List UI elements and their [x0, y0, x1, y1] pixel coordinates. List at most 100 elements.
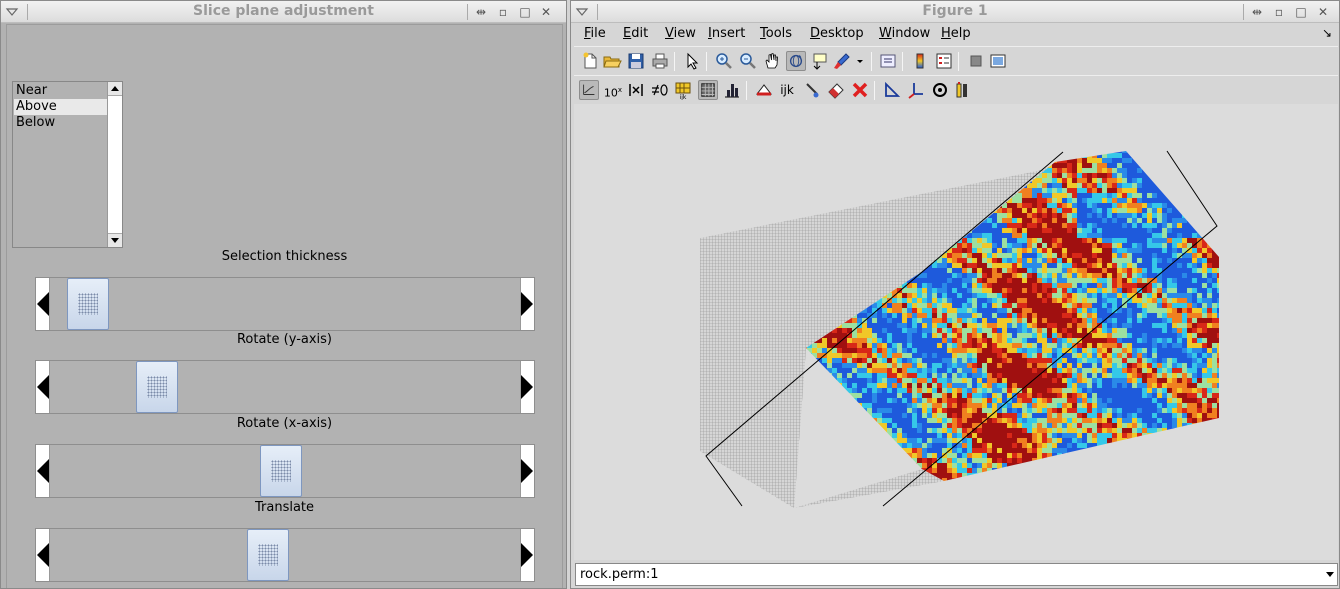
close-icon[interactable]: ✕	[538, 4, 554, 20]
histogram-icon[interactable]	[722, 80, 742, 100]
grid-cell	[1077, 268, 1082, 273]
grid-cell	[1047, 233, 1052, 238]
grid-cell	[1092, 258, 1097, 263]
pan-hand-icon[interactable]	[762, 51, 782, 71]
eraser-icon[interactable]	[826, 80, 846, 100]
menu-window[interactable]: Window	[879, 26, 930, 41]
minimize-icon[interactable]: ▫	[1271, 4, 1287, 20]
grid-cell	[1217, 353, 1219, 358]
list-scrollbar[interactable]	[107, 82, 122, 247]
grid-cell	[1172, 253, 1177, 258]
probe-icon[interactable]	[802, 80, 822, 100]
plot-area[interactable]	[574, 104, 1338, 560]
grid-cell	[1007, 278, 1012, 283]
reservoir-3d-view[interactable]	[574, 104, 1338, 560]
restore-icon[interactable]: □	[1293, 4, 1309, 20]
grid-cell	[967, 333, 972, 338]
brush-icon[interactable]	[832, 51, 852, 71]
grid-cell	[1142, 293, 1147, 298]
select-cells-icon[interactable]: ijk	[673, 80, 693, 100]
grid-cell	[1187, 293, 1192, 298]
menu-desktop[interactable]: Desktop	[810, 26, 864, 41]
minimize-icon[interactable]: ▫	[495, 4, 511, 20]
translate-slider[interactable]	[35, 528, 535, 582]
grid-cell	[992, 238, 997, 243]
list-item-near[interactable]: Near	[14, 83, 108, 99]
menu-file[interactable]: File	[584, 26, 606, 41]
list-item-above[interactable]: Above	[14, 99, 108, 115]
grid-cell	[1022, 253, 1027, 258]
undock-icon[interactable]: ⇹	[473, 4, 489, 20]
zoom-out-icon[interactable]	[738, 51, 758, 71]
rotate-3d-icon[interactable]	[786, 51, 806, 71]
slider-left-arrow-icon[interactable]	[36, 278, 50, 330]
grid-cell	[1057, 328, 1062, 333]
rotate-y-slider[interactable]	[35, 360, 535, 414]
list-item-below[interactable]: Below	[14, 115, 108, 131]
print-icon[interactable]	[650, 51, 670, 71]
slice-red-icon[interactable]	[754, 80, 774, 100]
grid-cell	[852, 423, 857, 428]
slider-left-arrow-icon[interactable]	[36, 529, 50, 581]
rotate-x-slider[interactable]	[35, 444, 535, 498]
grid-cell	[1072, 303, 1077, 308]
save-icon[interactable]	[626, 51, 646, 71]
menu-edit[interactable]: Edit	[623, 26, 648, 41]
close-icon[interactable]: ✕	[1315, 4, 1331, 20]
dock-arrow-icon[interactable]: ↘	[1322, 26, 1332, 40]
slider-thumb[interactable]	[67, 278, 110, 330]
slider-thumb[interactable]	[246, 529, 289, 581]
slider-right-arrow-icon[interactable]	[520, 445, 534, 497]
grid-cell	[1212, 378, 1217, 383]
grid-edges-icon[interactable]	[698, 80, 718, 100]
menu-help[interactable]: Help	[941, 26, 971, 41]
slider-right-arrow-icon[interactable]	[520, 278, 534, 330]
power-ten-button[interactable]: 10x	[603, 80, 623, 100]
menu-insert[interactable]: Insert	[708, 26, 745, 41]
slider-right-arrow-icon[interactable]	[520, 361, 534, 413]
delete-red-x-icon[interactable]	[850, 80, 870, 100]
coordinate-axes-icon[interactable]	[906, 80, 926, 100]
titlebar[interactable]: Figure 1 ⇹ ▫ □ ✕	[571, 1, 1339, 23]
titlebar[interactable]: Slice plane adjustment ⇹ ▫ □ ✕	[1, 1, 566, 23]
legend-icon[interactable]	[934, 51, 954, 71]
menu-view[interactable]: View	[665, 26, 696, 41]
undock-icon[interactable]: ⇹	[1249, 4, 1265, 20]
not-zero-icon[interactable]	[650, 80, 670, 100]
ijk-button[interactable]: ijk	[777, 80, 797, 100]
colorbar-icon[interactable]	[910, 51, 930, 71]
abs-value-icon[interactable]	[626, 80, 646, 100]
axis-tool-icon[interactable]	[882, 80, 902, 100]
battery-colormap-icon[interactable]	[952, 80, 972, 100]
brush-dropdown-icon[interactable]	[854, 51, 866, 71]
edit-plot-arrow-icon[interactable]	[682, 51, 702, 71]
link-plot-icon[interactable]	[878, 51, 898, 71]
show-plot-tools-icon[interactable]	[988, 51, 1008, 71]
log-scale-icon[interactable]	[579, 80, 599, 100]
slider-thumb[interactable]	[135, 361, 178, 413]
scroll-down-icon[interactable]	[108, 233, 122, 247]
grid-cell	[1182, 298, 1187, 303]
slider-left-arrow-icon[interactable]	[36, 445, 50, 497]
menu-tools[interactable]: Tools	[760, 26, 792, 41]
open-file-icon[interactable]	[602, 51, 622, 71]
grid-cell	[967, 373, 972, 378]
zoom-in-icon[interactable]	[714, 51, 734, 71]
data-cursor-icon[interactable]	[810, 51, 830, 71]
selection-thickness-slider[interactable]	[35, 277, 535, 331]
grid-cell	[1187, 303, 1192, 308]
scroll-up-icon[interactable]	[108, 82, 122, 96]
grid-cell	[902, 428, 907, 433]
selection-mode-list[interactable]: Near Above Below	[12, 81, 123, 248]
slider-right-arrow-icon[interactable]	[520, 529, 534, 581]
restore-icon[interactable]: □	[517, 4, 533, 20]
slider-thumb[interactable]	[259, 445, 302, 497]
slider-left-arrow-icon[interactable]	[36, 361, 50, 413]
grid-cell	[1032, 238, 1037, 243]
grid-cell	[1067, 433, 1072, 438]
grid-cell	[1032, 418, 1037, 423]
grid-cell	[1047, 153, 1052, 158]
zoom-fit-icon[interactable]	[930, 80, 950, 100]
hide-plot-tools-icon[interactable]	[966, 51, 986, 71]
new-figure-icon[interactable]	[580, 51, 600, 71]
